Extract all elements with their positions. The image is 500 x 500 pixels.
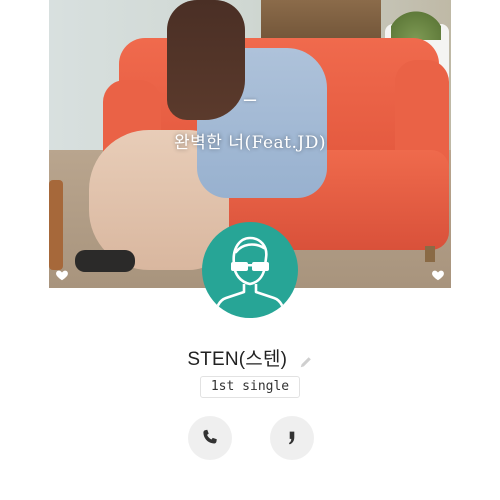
- profile-name: STEN(스텐): [187, 349, 288, 370]
- cover-person-feet: [75, 250, 135, 272]
- status-message[interactable]: 1st single: [200, 376, 300, 398]
- cover-sofa-leg: [425, 246, 435, 262]
- song-dash: –: [243, 86, 257, 111]
- cover-chair: [49, 180, 63, 270]
- profile-name-row: STEN(스텐): [0, 344, 500, 371]
- default-profile-avatar-icon: [213, 236, 287, 318]
- phone-icon: [203, 429, 217, 444]
- song-title: 완벽한 너(Feat.JD): [174, 133, 326, 153]
- heart-icon[interactable]: [431, 268, 445, 282]
- cover-plant: [391, 0, 441, 40]
- pencil-icon[interactable]: [299, 353, 313, 368]
- quote-comma-icon: [288, 431, 295, 445]
- heart-icon[interactable]: [55, 268, 69, 282]
- profile-avatar[interactable]: [202, 222, 298, 318]
- message-button[interactable]: [270, 416, 314, 460]
- call-button[interactable]: [188, 416, 232, 460]
